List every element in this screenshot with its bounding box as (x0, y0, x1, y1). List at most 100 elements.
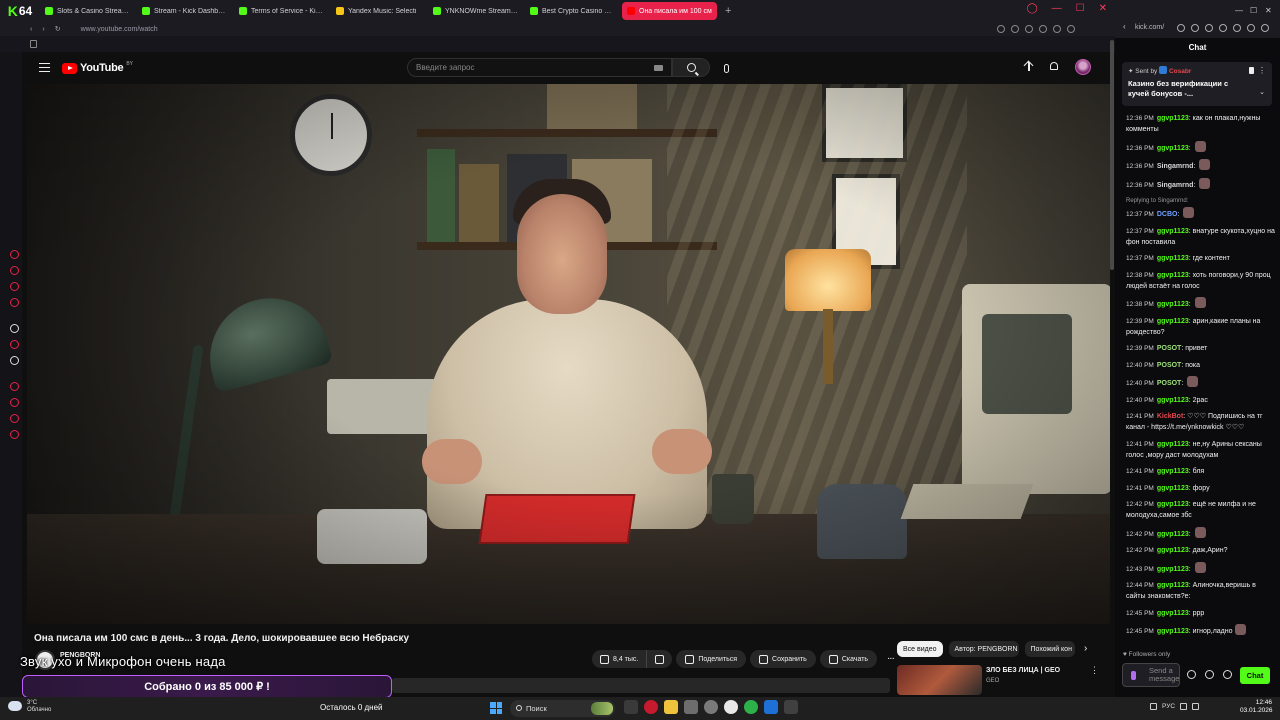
chat-message[interactable]: 12:45 PM ggvp1123: игнор,ладно (1126, 624, 1276, 637)
chat-message[interactable]: 12:37 PM ggvp1123: где контент (1126, 253, 1276, 264)
chat-message[interactable]: 12:40 PM POSOT: пока (1126, 360, 1276, 371)
menu-icon[interactable] (39, 63, 50, 72)
telegram-icon[interactable] (764, 700, 778, 714)
download-icon[interactable] (1053, 25, 1061, 33)
message-username[interactable]: POSOT (1157, 345, 1182, 352)
search-button[interactable] (672, 58, 710, 77)
url-field[interactable]: www.youtube.com/watch (81, 26, 158, 33)
extension-icon[interactable] (1205, 24, 1213, 32)
pushpin-icon[interactable] (1249, 67, 1254, 74)
taskbar-search[interactable]: Поиск (510, 700, 615, 717)
chat-message[interactable]: 12:41 PM ggvp1123: не,ну Арины сексаны го… (1126, 439, 1276, 461)
weather-widget[interactable]: 3°C Облачно (27, 700, 51, 714)
minimize-icon[interactable]: — (1052, 3, 1062, 14)
chat-message[interactable]: 12:39 PM ggvp1123: арин,какие планы на ро… (1126, 316, 1276, 338)
chat-send-button[interactable]: Chat (1240, 667, 1270, 684)
app-icon-2[interactable] (784, 700, 798, 714)
chat-message[interactable]: 12:41 PM ggvp1123: бля (1126, 466, 1276, 477)
reload-icon[interactable]: ↻ (55, 25, 61, 33)
message-username[interactable]: ggvp1123 (1157, 301, 1189, 308)
chat-message[interactable]: 12:41 PM ggvp1123: фору (1126, 483, 1276, 494)
cloud-icon[interactable] (8, 701, 22, 711)
microphone-icon[interactable] (1131, 671, 1136, 680)
sidebar-icon-2[interactable] (10, 266, 19, 275)
chat-message[interactable]: 12:40 PM ggvp1123: 2рас (1126, 395, 1276, 406)
message-username[interactable]: ggvp1123 (1157, 272, 1189, 279)
bookmark-icon[interactable] (1039, 25, 1047, 33)
recommendation-menu-icon[interactable]: ⋮ (1090, 665, 1099, 676)
chevron-down-icon[interactable]: ⌄ (1259, 88, 1265, 96)
back-icon[interactable]: ‹ (1123, 22, 1126, 31)
message-username[interactable]: ggvp1123 (1157, 228, 1189, 235)
message-username[interactable]: Singamrnd (1157, 182, 1194, 189)
close-icon[interactable]: ✕ (1265, 6, 1272, 15)
browser-tab[interactable]: Она писала им 100 см (622, 2, 717, 20)
chat-message[interactable]: 12:39 PM POSOT: привет (1126, 343, 1276, 354)
voice-search-button[interactable] (718, 60, 734, 76)
account-avatar[interactable] (1075, 59, 1091, 75)
message-username[interactable]: ggvp1123 (1157, 145, 1189, 152)
recommendation-title[interactable]: ЗЛО БЕЗ ЛИЦА | GEO (986, 667, 1060, 674)
page-scrollbar[interactable] (1110, 40, 1114, 270)
profile-icon[interactable] (1067, 25, 1075, 33)
sidebar-icon-7[interactable] (10, 414, 19, 423)
new-tab-button[interactable]: + (719, 5, 737, 17)
video-player[interactable] (27, 84, 1110, 624)
message-username[interactable]: KickBot (1157, 413, 1183, 420)
browser-tab[interactable]: Stream - Kick Dashboard (137, 2, 232, 20)
save-button[interactable]: Сохранить (750, 650, 816, 668)
more-options-icon[interactable]: ⋮ (1258, 66, 1266, 75)
chat-url[interactable]: kick.com/ (1135, 24, 1164, 31)
download-icon[interactable] (1233, 24, 1241, 32)
share-button[interactable]: Поделиться (676, 650, 747, 668)
message-username[interactable]: POSOT (1157, 362, 1182, 369)
windows-start-icon[interactable] (490, 702, 502, 714)
folder-icon[interactable] (664, 700, 678, 714)
taskbar-clock[interactable]: 12:46 03.01.2026 (1240, 699, 1273, 715)
sidebar-icon-4[interactable] (10, 298, 19, 307)
xbox-icon[interactable] (744, 700, 758, 714)
zoom-icon[interactable] (1177, 24, 1185, 32)
chat-message[interactable]: 12:44 PM ggvp1123: Алиночка,веришь в сайт… (1126, 580, 1276, 602)
message-username[interactable]: ggvp1123 (1157, 547, 1189, 554)
recommendation-channel[interactable]: GEO (986, 678, 999, 684)
browser-logo[interactable]: K 64 (0, 0, 40, 22)
browser-tab[interactable]: Yandex Music: Selecti (331, 2, 426, 20)
message-username[interactable]: Singamrnd (1157, 163, 1194, 170)
youtube-logo[interactable]: YouTube BY (62, 61, 133, 74)
yandex-icon[interactable] (724, 700, 738, 714)
browser-tab[interactable]: YNKNOWme Stream - Wa (428, 2, 523, 20)
sidebar-icon-3[interactable] (10, 282, 19, 291)
message-username[interactable]: ggvp1123 (1157, 318, 1189, 325)
chat-message[interactable]: 12:36 PM ggvp1123: (1126, 140, 1276, 154)
message-username[interactable]: ggvp1123 (1157, 115, 1189, 122)
back-icon[interactable]: ‹ (30, 26, 32, 33)
keyboard-icon[interactable] (654, 65, 663, 71)
chip-similar[interactable]: Похожий кон (1024, 641, 1075, 657)
message-username[interactable]: ggvp1123 (1157, 397, 1189, 404)
chat-message[interactable]: 12:36 PM Singamrnd: (1126, 177, 1276, 191)
chat-input[interactable]: Send a message (1122, 663, 1180, 687)
chat-message[interactable]: 12:42 PM ggvp1123: (1126, 526, 1276, 540)
gear-icon[interactable] (1223, 670, 1232, 679)
menu-icon[interactable] (1261, 24, 1269, 32)
page-icon[interactable] (30, 40, 37, 48)
task-view-icon[interactable] (624, 700, 638, 714)
app-icon[interactable] (684, 700, 698, 714)
minimize-icon[interactable]: — (1235, 6, 1243, 15)
chat-message[interactable]: Replying to Singamrnd: 12:37 PM DCBO: (1126, 196, 1276, 220)
network-icon[interactable] (1180, 703, 1188, 710)
message-username[interactable]: ggvp1123 (1157, 255, 1189, 262)
chat-message[interactable]: 12:45 PM ggvp1123: ррр (1126, 608, 1276, 619)
chat-message[interactable]: 12:36 PM Singamrnd: (1126, 159, 1276, 172)
browser-tab[interactable]: Slots & Casino Streaming (40, 2, 135, 20)
extension-icon[interactable] (1025, 25, 1033, 33)
chat-message[interactable]: 12:43 PM ggvp1123: (1126, 561, 1276, 575)
message-username[interactable]: ggvp1123 (1157, 566, 1189, 573)
notifications-icon[interactable] (1048, 61, 1060, 73)
volume-icon[interactable] (1192, 703, 1200, 710)
message-username[interactable]: ggvp1123 (1157, 485, 1189, 492)
like-button[interactable]: 8,4 тыс. (592, 650, 648, 668)
sidebar-icon-history[interactable] (10, 398, 19, 407)
chat-message[interactable]: 12:42 PM ggvp1123: даж,Арин? (1126, 545, 1276, 556)
